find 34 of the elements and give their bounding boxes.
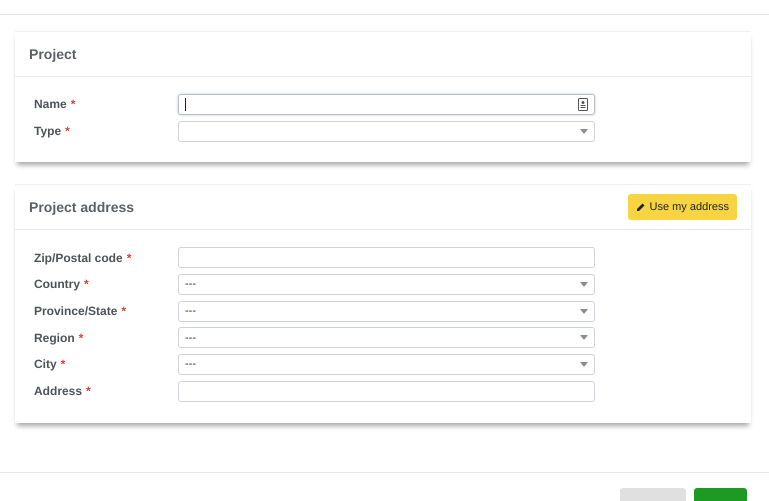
use-address-button[interactable]: Use my address xyxy=(628,194,737,220)
required-marker: * xyxy=(126,250,132,265)
dropdown-caret-icon xyxy=(580,308,588,314)
required-marker: * xyxy=(70,97,76,112)
select-field[interactable] xyxy=(178,120,595,142)
field-label: Name xyxy=(34,97,67,112)
dropdown-caret-icon xyxy=(580,128,588,134)
field-label: Type xyxy=(34,124,62,138)
required-marker: * xyxy=(78,330,84,345)
input-field[interactable] xyxy=(178,94,595,115)
pencil-icon xyxy=(636,202,646,212)
select-field[interactable]: --- xyxy=(178,274,595,295)
select-field[interactable]: --- xyxy=(178,354,595,375)
required-marker: * xyxy=(60,357,66,372)
field-label: Province/State xyxy=(34,304,118,318)
input-field[interactable] xyxy=(178,380,595,402)
required-marker: * xyxy=(65,124,70,138)
section-title: Project address xyxy=(29,199,134,216)
select-field[interactable]: --- xyxy=(178,300,595,322)
required-marker: * xyxy=(84,277,89,292)
field-label: Zip/Postal code xyxy=(34,250,123,265)
field-label: City xyxy=(34,357,57,372)
field-label: Region xyxy=(34,330,75,345)
dropdown-caret-icon xyxy=(580,362,588,367)
input-field[interactable] xyxy=(178,247,595,268)
required-marker: * xyxy=(86,384,91,398)
select-field[interactable]: --- xyxy=(178,327,595,348)
field-label: Country xyxy=(34,277,80,292)
field-label: Address xyxy=(34,384,82,398)
contact-card-icon xyxy=(578,98,588,111)
section-title: Project xyxy=(29,46,76,62)
required-marker: * xyxy=(121,304,126,318)
dropdown-caret-icon xyxy=(580,282,588,287)
dropdown-caret-icon xyxy=(580,335,588,340)
